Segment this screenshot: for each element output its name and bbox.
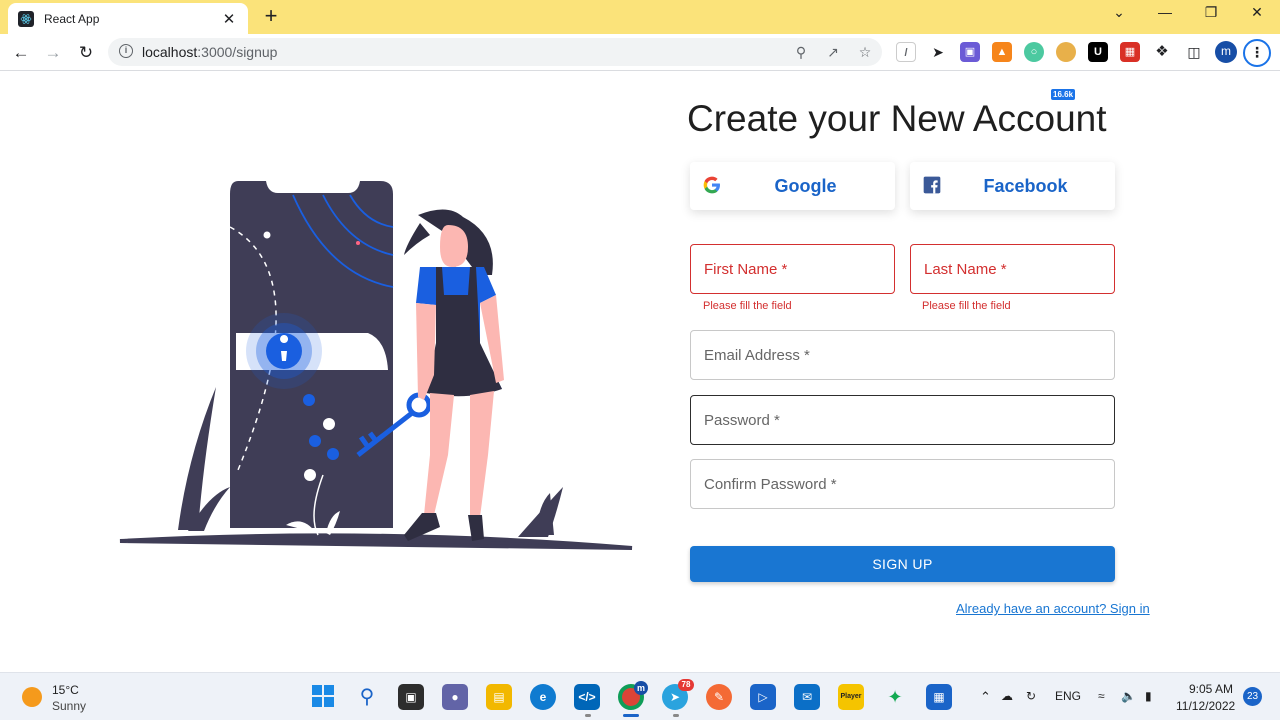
edge-icon[interactable]: e	[530, 684, 556, 710]
tab-title: React App	[44, 11, 100, 26]
vscode-running-indicator	[585, 714, 591, 717]
windows-taskbar: 15°C Sunny ⚲ ▣ ● ▤ e </> m ➤ 78 ✎ ▷ ✉ Pl…	[0, 672, 1280, 720]
last-name-placeholder: Last Name *	[924, 261, 1007, 278]
ublock-extension-icon[interactable]: U	[1088, 42, 1108, 62]
forward-icon[interactable]: →	[41, 41, 65, 65]
signin-link[interactable]: Already have an account? Sign in	[956, 601, 1150, 616]
side-panel-icon[interactable]: ◫	[1184, 42, 1204, 62]
weather-temperature[interactable]: 15°C	[52, 683, 79, 697]
browser-menu-icon[interactable]: ⋮	[1243, 39, 1271, 67]
address-bar[interactable]: i localhost:3000/signup ⚲ ↗ ☆	[108, 38, 882, 66]
coin-extension-icon[interactable]	[1056, 42, 1076, 62]
volume-icon[interactable]: 🔈	[1121, 689, 1136, 703]
confirm-password-field[interactable]: Confirm Password *	[690, 459, 1115, 509]
circle-extension-icon[interactable]: ○	[1024, 42, 1044, 62]
telegram-running-indicator	[673, 714, 679, 717]
player-icon[interactable]: Player	[838, 684, 864, 710]
google-signin-button[interactable]: Google	[690, 162, 895, 210]
restore-button[interactable]: ❐	[1197, 4, 1225, 26]
share-icon[interactable]: ↗	[824, 43, 842, 61]
zoom-icon[interactable]: ⚲	[792, 43, 810, 61]
tab-search-icon[interactable]: ⌄	[1105, 4, 1133, 26]
eyedropper-extension-icon[interactable]: /	[896, 42, 916, 62]
file-explorer-icon[interactable]: ▤	[486, 684, 512, 710]
telegram-badge: 78	[678, 679, 694, 691]
clock-date[interactable]: 11/12/2022	[1176, 699, 1235, 713]
confirm-password-placeholder: Confirm Password *	[704, 476, 837, 493]
clock-time[interactable]: 9:05 AM	[1189, 682, 1233, 696]
google-icon	[703, 176, 720, 194]
language-indicator[interactable]: ENG	[1055, 689, 1081, 703]
battery-icon[interactable]: ▮	[1145, 689, 1152, 703]
last-name-field[interactable]: Last Name *	[910, 244, 1115, 294]
postman-icon[interactable]: ✎	[706, 684, 732, 710]
metamask-extension-icon[interactable]: ▲	[992, 42, 1012, 62]
wifi-icon[interactable]: ≈	[1098, 689, 1105, 703]
facebook-signin-button[interactable]: Facebook	[910, 162, 1115, 210]
signup-button[interactable]: SIGN UP	[690, 546, 1115, 582]
close-window-button[interactable]: ✕	[1243, 4, 1271, 26]
page-title: Create your New Account	[687, 98, 1107, 139]
last-name-error: Please fill the field	[922, 300, 1011, 312]
teams-chat-icon[interactable]: ●	[442, 684, 468, 710]
sync-icon[interactable]: ↻	[1026, 689, 1036, 703]
task-view-icon[interactable]: ▣	[398, 684, 424, 710]
bookmark-star-icon[interactable]: ☆	[856, 43, 874, 61]
site-info-icon[interactable]: i	[119, 44, 133, 58]
mail-icon[interactable]: ✉	[794, 684, 820, 710]
extensions-puzzle-icon[interactable]: ❖	[1152, 42, 1172, 62]
signup-illustration	[119, 181, 633, 550]
first-name-placeholder: First Name *	[704, 261, 788, 278]
email-field[interactable]: Email Address *	[690, 330, 1115, 380]
reload-icon[interactable]: ↻	[74, 41, 98, 65]
new-tab-button[interactable]: +	[260, 5, 282, 27]
react-favicon-icon	[18, 10, 34, 27]
mongodb-icon[interactable]: ✦	[882, 684, 908, 710]
url-text: localhost:3000/signup	[142, 44, 278, 60]
cursor-extension-icon[interactable]: ➤	[928, 42, 948, 62]
first-name-field[interactable]: First Name *	[690, 244, 895, 294]
notification-badge[interactable]: 23	[1243, 687, 1262, 706]
red-extension-icon[interactable]: ▦	[1120, 42, 1140, 62]
chrome-active-indicator	[623, 714, 639, 717]
browser-tab[interactable]: React App ✕	[8, 3, 248, 34]
browser-tab-strip: React App ✕ + ⌄ — ❐ ✕	[0, 0, 1280, 34]
first-name-error: Please fill the field	[703, 300, 792, 312]
password-field[interactable]: Password *	[690, 395, 1115, 445]
minimize-button[interactable]: —	[1151, 4, 1179, 26]
chrome-profile-badge: m	[634, 681, 648, 695]
back-icon[interactable]: ←	[9, 41, 33, 65]
sun-icon[interactable]	[22, 687, 42, 707]
profile-avatar[interactable]: m	[1215, 41, 1237, 63]
facebook-icon	[923, 176, 941, 194]
tab-close-icon[interactable]: ✕	[220, 10, 238, 28]
search-icon[interactable]: ⚲	[354, 684, 380, 710]
password-placeholder: Password *	[704, 412, 780, 429]
tray-overflow-icon[interactable]: ⌃	[980, 689, 991, 705]
zoom-like-app-icon[interactable]: ▷	[750, 684, 776, 710]
browser-toolbar: ← → ↻ i localhost:3000/signup ⚲ ↗ ☆ / ➤ …	[0, 34, 1280, 100]
email-placeholder: Email Address *	[704, 347, 810, 364]
windows-start-icon[interactable]	[310, 684, 336, 710]
weather-condition[interactable]: Sunny	[52, 699, 86, 713]
onedrive-icon[interactable]: ☁	[1001, 689, 1013, 703]
vscode-icon[interactable]: </>	[574, 684, 600, 710]
image-extension-icon[interactable]: ▣	[960, 42, 980, 62]
store-icon[interactable]: ▦	[926, 684, 952, 710]
